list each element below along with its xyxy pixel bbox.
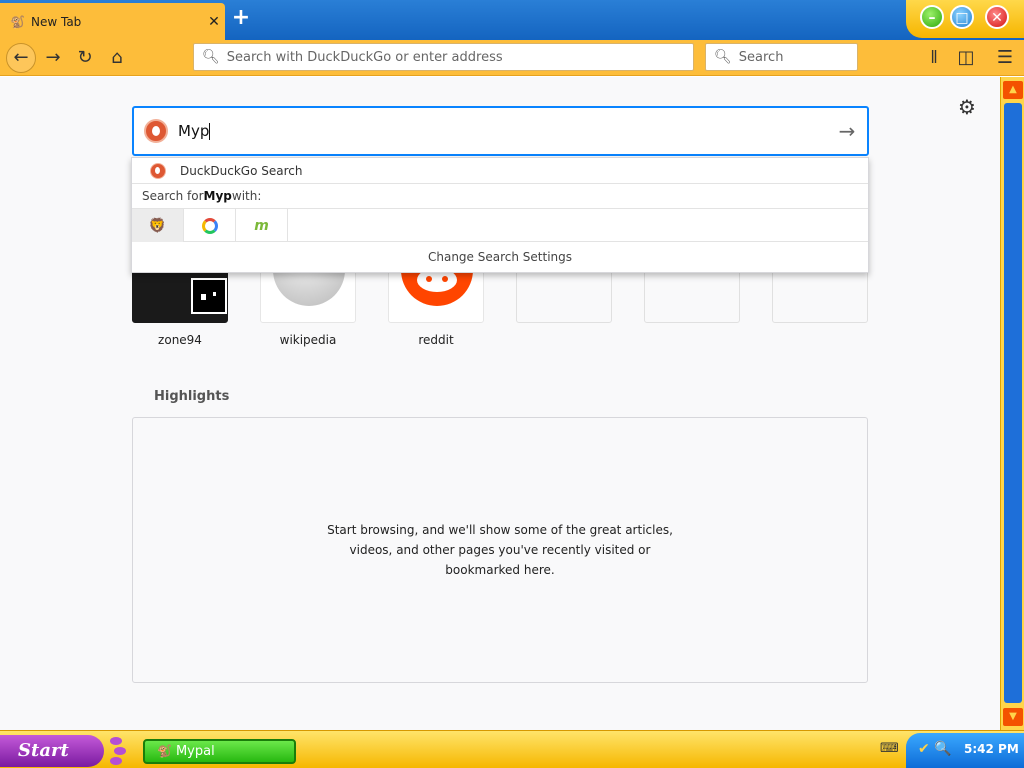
zone94-logo-icon <box>191 278 227 314</box>
scrollbar-thumb[interactable] <box>1004 103 1022 703</box>
qwant-icon <box>201 217 218 234</box>
menu-icon[interactable]: ☰ <box>992 46 1018 70</box>
search-for-term: Myp <box>203 189 232 203</box>
new-tab-button[interactable]: + <box>229 7 253 30</box>
suggestion-label: DuckDuckGo Search <box>180 163 303 178</box>
gear-icon[interactable]: ⚙ <box>958 95 976 119</box>
newtab-search-box[interactable]: Myp → <box>132 106 869 156</box>
sidebar-icon[interactable]: ◫ <box>953 46 979 70</box>
taskbar: Start 🐒 Mypal ⌨ ✔ 🔍 5:42 PM <box>0 730 1024 768</box>
home-button[interactable]: ⌂ <box>104 46 130 70</box>
suggestion-item[interactable]: DuckDuckGo Search <box>132 158 868 184</box>
address-input[interactable] <box>226 49 693 65</box>
search-bar[interactable]: 🔍︎ <box>705 43 909 71</box>
minimize-button[interactable]: – <box>920 5 944 29</box>
taskbar-item-mypal[interactable]: 🐒 Mypal <box>143 739 296 764</box>
vertical-scrollbar[interactable]: ▲ ▼ <box>1000 77 1024 730</box>
tray-icons[interactable]: ✔ 🔍 <box>918 741 952 757</box>
highlights-heading: Highlights <box>154 389 230 404</box>
top-site-label: reddit <box>418 333 454 347</box>
tab-title: New Tab <box>31 14 82 29</box>
search-icon: 🔍︎ <box>714 49 732 65</box>
engine-brave-button[interactable]: 🦁 <box>132 209 184 242</box>
library-icon[interactable]: 𝍪 <box>921 46 947 70</box>
brave-icon: 🦁 <box>148 217 167 234</box>
start-button[interactable]: Start <box>0 735 104 767</box>
tab-strip: 🐒 New Tab ✕ + – □ ✕ <box>0 0 1024 40</box>
engine-mojeek-button[interactable]: m <box>236 209 288 242</box>
one-off-search-header: Search for Myp with: <box>132 184 868 209</box>
text-caret <box>209 123 211 140</box>
search-icon: 🔍︎ <box>202 49 220 65</box>
address-bar[interactable]: 🔍︎ <box>193 43 694 71</box>
highlights-empty-message: Start browsing, and we'll show some of t… <box>327 523 673 577</box>
close-window-button[interactable]: ✕ <box>985 5 1009 29</box>
scroll-up-button[interactable]: ▲ <box>1003 81 1023 99</box>
maximize-button[interactable]: □ <box>950 5 974 29</box>
forward-button[interactable]: → <box>40 46 66 70</box>
reload-button[interactable]: ↻ <box>72 46 98 70</box>
search-go-icon[interactable]: → <box>827 119 867 143</box>
one-off-engines: 🦁 m <box>132 209 868 242</box>
search-suggestions-dropdown: DuckDuckGo Search Search for Myp with: 🦁… <box>131 157 869 273</box>
clock[interactable]: 5:42 PM <box>964 742 1019 756</box>
start-decoration <box>106 735 128 765</box>
scroll-down-button[interactable]: ▼ <box>1003 708 1023 726</box>
back-button[interactable]: ← <box>6 43 36 73</box>
mypal-icon: 🐒 <box>157 744 172 758</box>
mojeek-icon: m <box>254 217 269 234</box>
top-site-label: zone94 <box>158 333 202 347</box>
duckduckgo-icon <box>150 162 166 179</box>
search-input[interactable] <box>738 49 909 65</box>
highlights-panel: Start browsing, and we'll show some of t… <box>132 417 868 683</box>
mypal-favicon-icon: 🐒 <box>10 14 25 29</box>
system-tray: ✔ 🔍 5:42 PM <box>906 733 1024 768</box>
taskbar-item-label: Mypal <box>175 744 215 759</box>
search-for-prefix: Search for <box>142 189 204 203</box>
tab-new-tab[interactable]: 🐒 New Tab ✕ <box>0 3 225 40</box>
engine-qwant-button[interactable] <box>184 209 236 242</box>
search-query-text: Myp <box>178 122 210 140</box>
navigation-toolbar: ← → ↻ ⌂ 🔍︎ 🔍︎ 𝍪 ◫ ☰ <box>0 40 1024 76</box>
tab-close-icon[interactable]: ✕ <box>203 14 225 30</box>
new-tab-page: ⚙ zone94 wikipedia reddit Myp → DuckDuck… <box>0 77 1000 730</box>
duckduckgo-icon <box>144 119 168 143</box>
change-search-settings-button[interactable]: Change Search Settings <box>132 242 868 273</box>
top-site-label: wikipedia <box>279 333 337 347</box>
keyboard-icon[interactable]: ⌨ <box>880 741 899 756</box>
search-for-suffix: with: <box>231 189 262 203</box>
